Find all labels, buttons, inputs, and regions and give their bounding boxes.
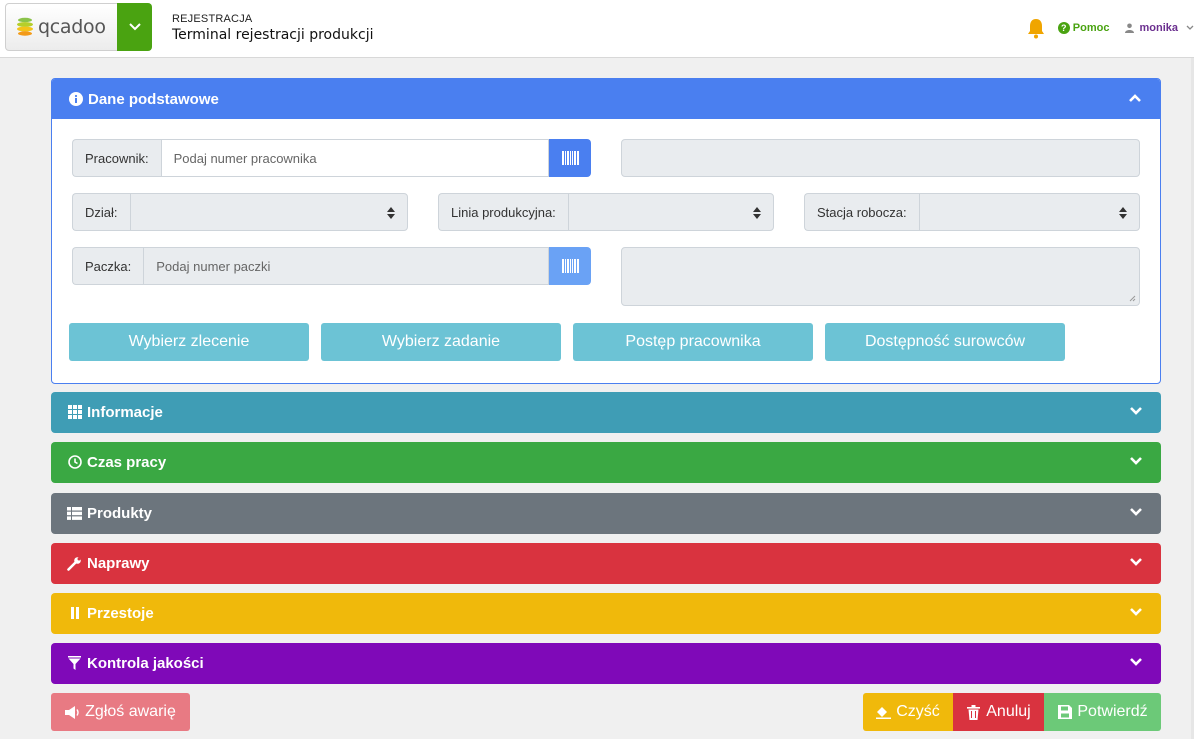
chevron-down-icon bbox=[1130, 608, 1142, 616]
pause-icon bbox=[67, 606, 82, 621]
basic-data-panel: Dane podstawowe Pracownik: Podaj numer p… bbox=[51, 78, 1161, 384]
repairs-panel[interactable]: Naprawy bbox=[51, 543, 1161, 584]
chevron-down-icon bbox=[128, 23, 141, 31]
division-label: Dział: bbox=[72, 193, 130, 231]
workstation-select-group: Stacja robocza: bbox=[804, 193, 1140, 231]
sort-arrows-icon bbox=[1119, 207, 1127, 219]
user-icon bbox=[1125, 23, 1135, 33]
package-barcode-button[interactable] bbox=[549, 247, 591, 285]
worker-input-group: Pracownik: Podaj numer pracownika bbox=[72, 139, 591, 177]
package-number-input[interactable]: Podaj numer paczki bbox=[143, 247, 549, 285]
package-input-group: Paczka: Podaj numer paczki bbox=[72, 247, 591, 285]
barcode-icon bbox=[561, 151, 579, 165]
help-link[interactable]: ? Pomoc bbox=[1057, 22, 1110, 34]
report-failure-label: Zgłoś awarię bbox=[85, 703, 176, 720]
production-line-select-group: Linia produkcyjna: bbox=[438, 193, 774, 231]
select-task-button[interactable]: Wybierz zadanie bbox=[321, 323, 561, 361]
information-panel-header[interactable]: Informacje bbox=[51, 392, 1161, 432]
chevron-up-icon bbox=[1129, 94, 1141, 102]
products-panel[interactable]: Produkty bbox=[51, 493, 1161, 534]
logo-mark-icon bbox=[17, 17, 33, 36]
report-failure-button[interactable]: Zgłoś awarię bbox=[51, 693, 190, 731]
confirm-label: Potwierdź bbox=[1077, 703, 1148, 720]
work-time-panel[interactable]: Czas pracy bbox=[51, 442, 1161, 483]
app-logo[interactable]: qcadoo bbox=[5, 3, 118, 51]
eraser-icon bbox=[876, 705, 892, 720]
workstation-label: Stacja robocza: bbox=[804, 193, 919, 231]
user-menu[interactable]: monika bbox=[1125, 22, 1194, 34]
bell-icon[interactable] bbox=[1026, 17, 1046, 39]
products-panel-header[interactable]: Produkty bbox=[51, 493, 1161, 533]
top-bar: qcadoo REJESTRACJA Terminal rejestracji … bbox=[0, 0, 1194, 58]
materials-availability-button[interactable]: Dostępność surowców bbox=[825, 323, 1065, 361]
worker-progress-button[interactable]: Postęp pracownika bbox=[573, 323, 813, 361]
work-time-panel-header[interactable]: Czas pracy bbox=[51, 442, 1161, 482]
save-icon bbox=[1057, 705, 1072, 720]
repairs-panel-header[interactable]: Naprawy bbox=[51, 543, 1161, 583]
package-details-textarea bbox=[621, 247, 1140, 306]
production-line-label: Linia produkcyjna: bbox=[438, 193, 568, 231]
worker-barcode-button[interactable] bbox=[549, 139, 591, 177]
basic-data-panel-title: Dane podstawowe bbox=[88, 90, 219, 108]
top-right-toolbar: ? Pomoc monika bbox=[1026, 16, 1194, 40]
worker-name-display bbox=[621, 139, 1140, 177]
downtimes-panel-title: Przestoje bbox=[87, 604, 154, 622]
clock-icon bbox=[67, 455, 82, 470]
help-label: Pomoc bbox=[1072, 22, 1110, 34]
downtimes-panel[interactable]: Przestoje bbox=[51, 593, 1161, 634]
main-menu-toggle[interactable] bbox=[117, 3, 152, 51]
confirm-button[interactable]: Potwierdź bbox=[1044, 693, 1161, 731]
chevron-down-icon bbox=[1130, 457, 1142, 465]
cancel-label: Anuluj bbox=[986, 703, 1031, 720]
info-circle-icon bbox=[68, 92, 83, 107]
clear-label: Czyść bbox=[896, 703, 940, 720]
chevron-down-icon bbox=[1130, 558, 1142, 566]
megaphone-icon bbox=[65, 705, 80, 720]
barcode-icon bbox=[561, 259, 579, 273]
quality-control-panel-title: Kontrola jakości bbox=[87, 654, 204, 672]
wrench-icon bbox=[67, 556, 82, 571]
quality-control-panel[interactable]: Kontrola jakości bbox=[51, 643, 1161, 684]
question-circle-icon: ? bbox=[1057, 22, 1070, 34]
production-line-select[interactable] bbox=[567, 193, 774, 231]
package-label: Paczka: bbox=[72, 247, 144, 285]
resize-handle-icon bbox=[1129, 295, 1136, 302]
chevron-down-icon bbox=[1130, 407, 1142, 415]
basic-data-panel-header[interactable]: Dane podstawowe bbox=[52, 79, 1160, 119]
work-time-panel-title: Czas pracy bbox=[87, 453, 167, 471]
worker-label: Pracownik: bbox=[72, 139, 161, 177]
information-panel[interactable]: Informacje bbox=[51, 392, 1161, 433]
list-icon bbox=[67, 506, 82, 521]
page-title: Terminal rejestracji produkcji bbox=[172, 27, 374, 43]
clear-button[interactable]: Czyść bbox=[863, 693, 953, 731]
breadcrumb-section: REJESTRACJA bbox=[172, 13, 253, 25]
grid-icon bbox=[67, 405, 82, 420]
chevron-down-icon bbox=[1130, 508, 1142, 516]
repairs-panel-title: Naprawy bbox=[87, 554, 150, 572]
chevron-down-icon bbox=[1130, 658, 1142, 666]
information-panel-title: Informacje bbox=[87, 403, 163, 421]
products-panel-title: Produkty bbox=[87, 504, 153, 522]
filter-icon bbox=[67, 656, 82, 671]
sort-arrows-icon bbox=[387, 207, 395, 219]
user-name: monika bbox=[1139, 22, 1178, 34]
sort-arrows-icon bbox=[753, 207, 761, 219]
cancel-button[interactable]: Anuluj bbox=[953, 693, 1044, 731]
workstation-select[interactable] bbox=[918, 193, 1140, 231]
select-order-button[interactable]: Wybierz zlecenie bbox=[69, 323, 309, 361]
division-select-group: Dział: bbox=[72, 193, 408, 231]
worker-number-input[interactable]: Podaj numer pracownika bbox=[160, 139, 549, 177]
division-select[interactable] bbox=[129, 193, 408, 231]
chevron-down-icon bbox=[1186, 25, 1194, 30]
logo-text: qcadoo bbox=[38, 16, 106, 38]
downtimes-panel-header[interactable]: Przestoje bbox=[51, 593, 1161, 633]
trash-icon bbox=[966, 704, 981, 720]
quality-control-panel-header[interactable]: Kontrola jakości bbox=[51, 643, 1161, 683]
